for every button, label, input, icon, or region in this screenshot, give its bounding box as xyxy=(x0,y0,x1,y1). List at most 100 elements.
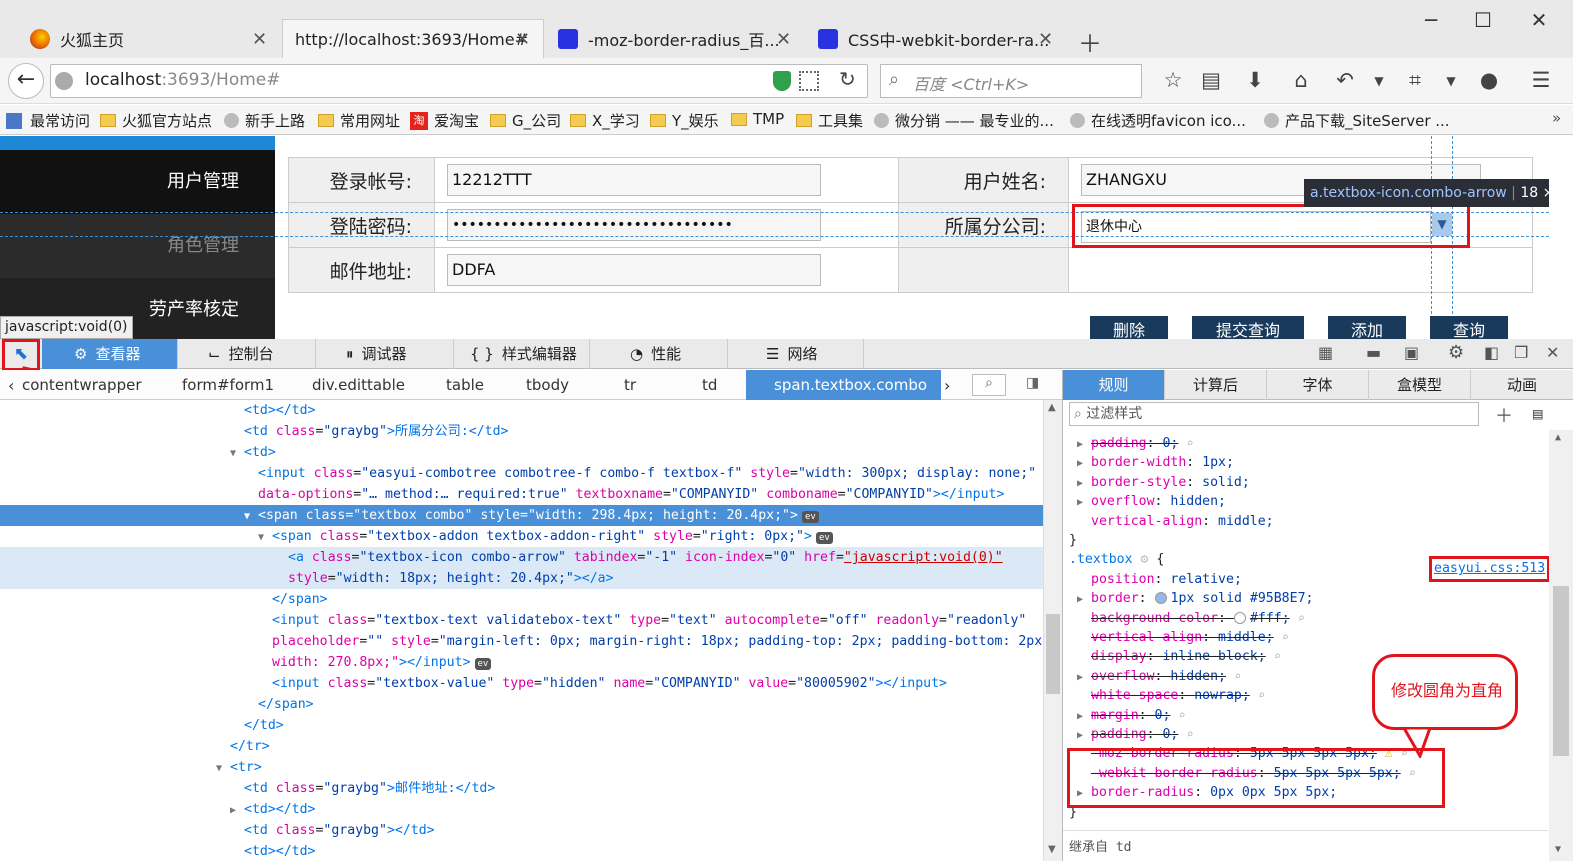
css-declaration[interactable]: ▶ overflow: hidden; xyxy=(1063,492,1548,511)
markup-node[interactable]: ▼ <span class = "textbox-addon textbox-addo… xyxy=(0,526,1043,547)
property-name[interactable]: background-color xyxy=(1091,611,1218,626)
tab-style-editor[interactable]: { } 样式编辑器 xyxy=(454,339,590,369)
property-name[interactable]: white-space xyxy=(1091,688,1178,703)
tab-console[interactable]: ⌙ 控制台 xyxy=(178,339,316,369)
close-icon[interactable]: ✕ xyxy=(515,29,530,50)
rules-scrollbar[interactable]: ▲ ▼ xyxy=(1549,430,1573,861)
property-value[interactable]: nowrap; xyxy=(1194,688,1250,703)
bookmark-g-company[interactable]: G_公司 xyxy=(490,110,561,131)
markup-node[interactable]: style="width: 18px; height: 20.4px;"></a… xyxy=(0,568,1043,589)
css-declaration[interactable]: vertical-align: middle; xyxy=(1063,512,1548,531)
tab-computed[interactable]: 计算后 xyxy=(1165,370,1267,400)
chat-icon[interactable]: ● xyxy=(1476,68,1502,92)
scroll-down-icon[interactable]: ▼ xyxy=(1555,844,1561,855)
chevron-left-icon[interactable]: ‹ xyxy=(8,376,14,395)
chevron-right-icon[interactable]: › xyxy=(944,376,950,395)
bookmark-tools[interactable]: 工具集 xyxy=(796,110,863,131)
delete-button[interactable]: 删除 xyxy=(1090,316,1168,339)
event-badge[interactable]: ev xyxy=(474,658,492,670)
markup-node[interactable]: ▼ <span class="textbox combo" style="widt… xyxy=(0,505,1043,526)
markup-node[interactable]: width: 270.8px;"></input> ev xyxy=(0,652,1043,673)
css-declaration[interactable]: ▶ padding: 0; ⌕ xyxy=(1063,434,1548,453)
bookmark-firefox-sites[interactable]: 火狐官方站点 xyxy=(100,110,212,131)
expand-triangle-icon[interactable]: ▶ xyxy=(1077,726,1091,745)
markup-node[interactable]: </span> xyxy=(0,694,1043,715)
bookmark-aitaobao[interactable]: 淘爱淘宝 xyxy=(410,110,479,131)
bookmark-getting-started[interactable]: 新手上路 xyxy=(224,110,305,131)
add-rule-icon[interactable]: ＋ xyxy=(1495,402,1513,428)
submit-query-button[interactable]: 提交查询 xyxy=(1192,316,1304,339)
magnifier-icon[interactable]: ⌕ xyxy=(1234,669,1241,683)
qr-code-icon[interactable] xyxy=(799,71,819,91)
magnifier-icon[interactable]: ⌕ xyxy=(1178,708,1185,722)
property-name[interactable]: margin xyxy=(1091,708,1139,723)
expand-triangle-icon[interactable]: ▼ xyxy=(244,506,258,527)
markup-scrollbar[interactable]: ▲ ▼ xyxy=(1043,400,1062,861)
property-name[interactable]: padding xyxy=(1091,436,1147,451)
settings-gear-icon[interactable]: ⚙ xyxy=(1448,342,1464,363)
property-value[interactable]: solid; xyxy=(1202,475,1250,490)
undo-icon[interactable]: ↶ xyxy=(1332,68,1358,92)
url-bar[interactable]: localhost:3693/Home# ↻ xyxy=(50,64,868,98)
markup-node[interactable]: <a class = "textbox-icon combo-arrow" tabi… xyxy=(0,547,1043,568)
nav-item-user-management[interactable]: 用户管理 xyxy=(0,150,275,214)
expand-triangle-icon[interactable]: ▼ xyxy=(258,527,272,548)
crumb-span-textbox-combo[interactable]: span.textbox.combo xyxy=(746,370,942,400)
bookmark-common-urls[interactable]: 常用网址 xyxy=(318,110,400,131)
email-input[interactable]: DDFA xyxy=(447,254,821,286)
markup-node[interactable]: <td></td> xyxy=(0,841,1043,861)
property-name[interactable]: position xyxy=(1091,572,1155,587)
tab-debugger[interactable]: ⏸ 调试器 xyxy=(316,339,454,369)
magnifier-icon[interactable]: ⌕ xyxy=(1186,727,1193,741)
markup-node[interactable]: </td> xyxy=(0,715,1043,736)
markup-node[interactable]: ▼ <td> xyxy=(0,442,1043,463)
dropdown-icon[interactable]: ▼ xyxy=(1438,74,1464,88)
bookmark-tmp[interactable]: TMP xyxy=(731,110,784,128)
markup-node[interactable]: ▶ <td></td> xyxy=(0,799,1043,820)
property-value[interactable]: 0; xyxy=(1162,436,1178,451)
search-input[interactable]: ⌕ 百度 <Ctrl+K> xyxy=(880,64,1142,98)
markup-node[interactable]: data-options="… method:… required:true" … xyxy=(0,484,1043,505)
property-name[interactable]: vertical-align xyxy=(1091,514,1202,529)
nav-item-role-management[interactable]: 角色管理 xyxy=(0,214,275,278)
toggle-sidebar-icon[interactable]: ◨ xyxy=(1026,375,1039,391)
markup-node[interactable]: <td class="graybg"></td> xyxy=(0,820,1043,841)
markup-node[interactable]: ▼ <tr> xyxy=(0,757,1043,778)
tab-firefox-home[interactable]: 火狐主页 ✕ xyxy=(22,19,280,59)
menu-icon[interactable]: ☰ xyxy=(1528,68,1554,92)
crumb-td[interactable]: td xyxy=(702,376,717,394)
css-declaration[interactable]: ▶ border-style: solid; xyxy=(1063,473,1548,492)
responsive-icon[interactable]: ▦ xyxy=(1318,343,1333,362)
property-value[interactable]: hidden; xyxy=(1170,494,1226,509)
markup-node[interactable]: </tr> xyxy=(0,736,1043,757)
tab-animations[interactable]: 动画 xyxy=(1471,370,1573,400)
expand-triangle-icon[interactable]: ▶ xyxy=(1077,707,1091,726)
event-badge[interactable]: ev xyxy=(815,532,833,544)
property-name[interactable]: display xyxy=(1091,649,1147,664)
reload-icon[interactable]: ↻ xyxy=(839,67,856,91)
property-name[interactable]: overflow xyxy=(1091,494,1155,509)
undock-icon[interactable]: ❐ xyxy=(1514,343,1528,362)
property-value[interactable]: #fff; xyxy=(1250,611,1290,626)
tab-box-model[interactable]: 盒模型 xyxy=(1369,370,1471,400)
markup-node[interactable]: <input class = "textbox-text validatebox-t… xyxy=(0,610,1043,631)
magnifier-icon[interactable]: ⌕ xyxy=(1282,630,1289,644)
minimize-icon[interactable]: ─ xyxy=(1416,8,1446,32)
property-value[interactable]: inline-block; xyxy=(1162,649,1265,664)
color-swatch[interactable] xyxy=(1154,592,1167,605)
property-value[interactable]: 1px solid #95B8E7; xyxy=(1171,591,1314,606)
site-info-icon[interactable] xyxy=(55,72,73,90)
magnifier-icon[interactable]: ⌕ xyxy=(1258,688,1265,702)
css-declaration[interactable]: vertical-align: middle; ⌕ xyxy=(1063,628,1548,647)
crumb-tbody[interactable]: tbody xyxy=(526,376,569,394)
close-icon[interactable]: ✕ xyxy=(252,29,267,50)
markup-node[interactable]: <input class = "easyui-combotree combotree… xyxy=(0,463,1043,484)
chevron-right-icon[interactable]: » xyxy=(1552,109,1561,127)
dropdown-icon[interactable]: ▼ xyxy=(1366,74,1392,88)
expand-triangle-icon[interactable]: ▶ xyxy=(1077,454,1091,473)
tab-rules[interactable]: 规则 xyxy=(1063,370,1165,400)
tab-moz-border-radius[interactable]: -moz-border-radius_百... ✕ xyxy=(550,19,806,59)
close-window-icon[interactable]: ✕ xyxy=(1524,8,1554,32)
event-badge[interactable]: ev xyxy=(801,511,819,523)
crop-icon[interactable]: ⌗ xyxy=(1402,68,1428,93)
